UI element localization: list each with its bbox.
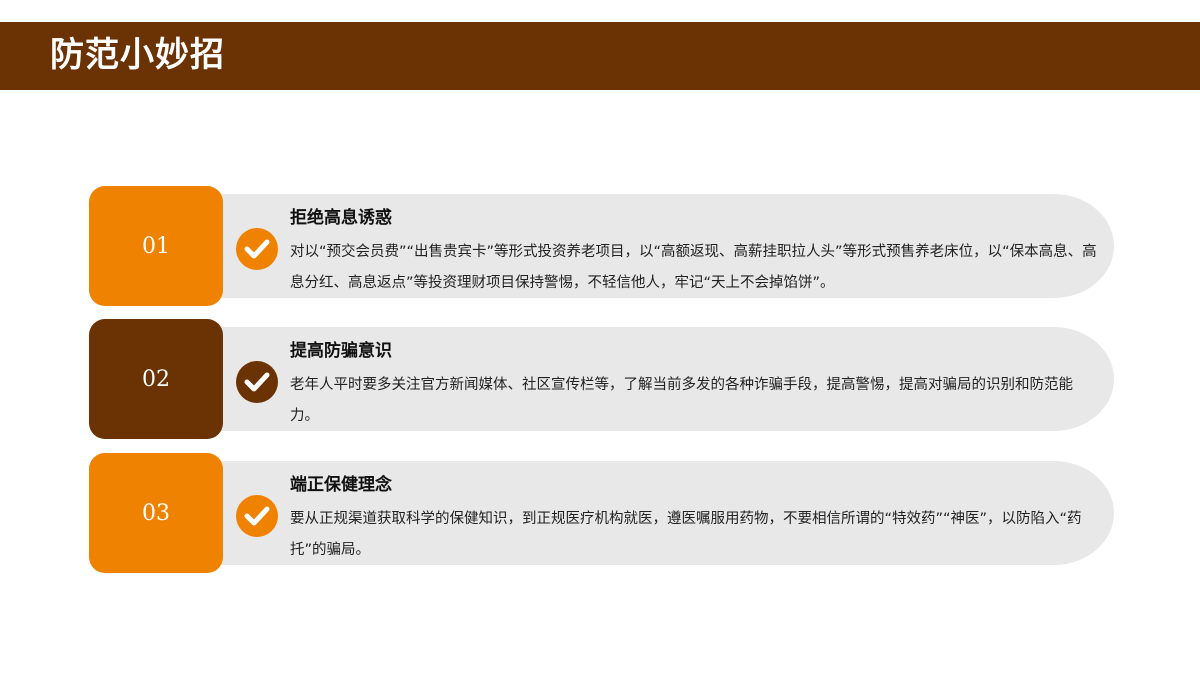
page-title: 防范小妙招 [50,35,225,75]
tip-number-box: 03 [89,453,223,573]
tip-title: 提高防骗意识 [290,341,392,361]
tip-description: 要从正规渠道获取科学的保健知识，到正规医疗机构就医，遵医嘱服用药物，不要相信所谓… [290,511,1082,558]
tip-card-2: 02 提高防骗意识 老年人平时要多关注官方新闻媒体、社区宣传栏等，了解当前多发的… [89,319,1119,441]
tip-description: 对以“预交会员费”“出售贵宾卡”等形式投资养老项目，以“高额返现、高薪挂职拉人头… [290,244,1097,291]
check-circle-icon [236,361,278,403]
tip-title: 端正保健理念 [290,475,392,495]
check-circle-icon [236,495,278,537]
tip-number: 03 [142,500,170,526]
tip-number: 02 [142,366,170,392]
tip-number: 01 [142,233,170,259]
tip-card-1: 01 拒绝高息诱惑 对以“预交会员费”“出售贵宾卡”等形式投资养老项目，以“高额… [89,186,1119,308]
check-circle-icon [236,228,278,270]
tip-number-box: 02 [89,319,223,439]
header-bar: 防范小妙招 [0,22,1200,90]
tip-description: 老年人平时要多关注官方新闻媒体、社区宣传栏等，了解当前多发的各种诈骗手段，提高警… [290,377,1073,424]
tip-title: 拒绝高息诱惑 [290,208,392,228]
tip-number-box: 01 [89,186,223,306]
tip-card-3: 03 端正保健理念 要从正规渠道获取科学的保健知识，到正规医疗机构就医，遵医嘱服… [89,453,1119,575]
